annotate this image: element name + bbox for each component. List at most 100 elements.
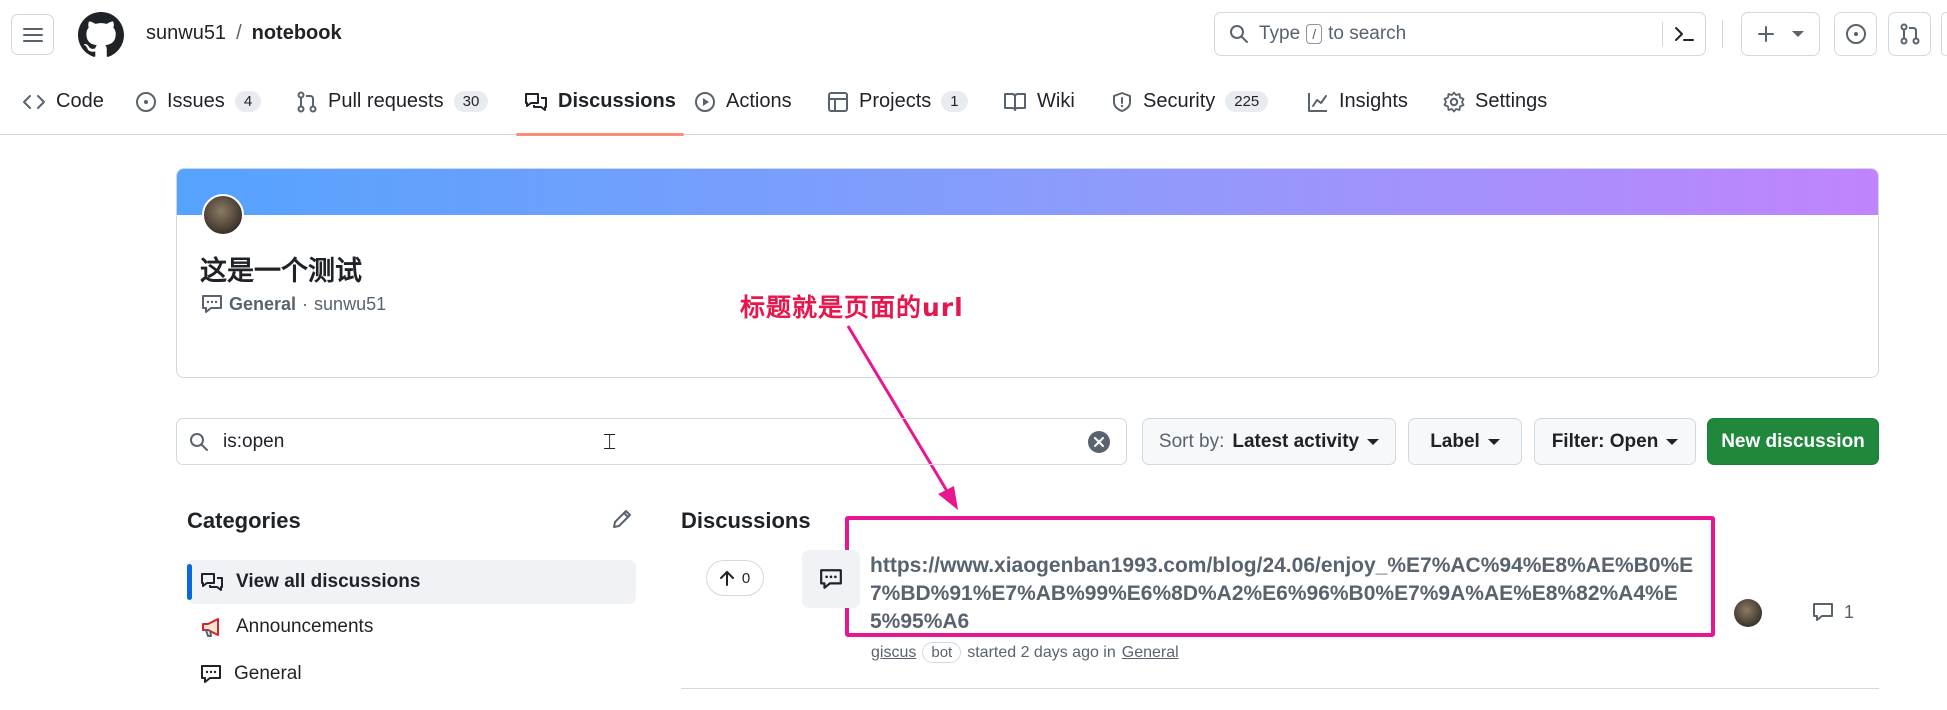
your-pull-requests-button[interactable]	[1888, 12, 1931, 56]
discussion-title-link[interactable]: https://www.xiaogenban1993.com/blog/24.0…	[870, 552, 1700, 636]
search-placeholder-after: to search	[1328, 23, 1407, 44]
comment-icon	[202, 295, 222, 313]
edit-categories-button[interactable]	[611, 508, 633, 530]
issue-opened-icon	[136, 91, 156, 112]
inbox-button[interactable]	[1941, 12, 1947, 56]
close-icon	[1094, 437, 1104, 447]
sidebar-item-view-all[interactable]: View all discussions	[187, 560, 636, 604]
tab-discussions-label: Discussions	[558, 90, 676, 112]
discussions-heading: Discussions	[681, 508, 811, 533]
github-logo-icon[interactable]	[78, 12, 124, 58]
megaphone-icon	[202, 618, 219, 637]
discussion-search-input[interactable]: is:open ⌶	[176, 418, 1127, 465]
hero-banner	[177, 169, 1878, 215]
search-divider	[1662, 22, 1663, 46]
tab-pull-requests-label: Pull requests	[328, 90, 444, 112]
discussion-started-text: started 2 days ago in	[967, 643, 1116, 661]
gear-icon	[1443, 91, 1465, 112]
hero-category-link[interactable]: General	[229, 294, 296, 315]
header-divider	[1722, 20, 1723, 48]
tab-actions-label: Actions	[726, 90, 792, 112]
menu-button[interactable]	[11, 14, 54, 55]
create-new-button[interactable]	[1741, 12, 1820, 56]
comment-count-value: 1	[1844, 601, 1855, 622]
hero-meta-dot: ·	[302, 293, 309, 314]
state-filter-button[interactable]: Filter: Open	[1534, 418, 1696, 465]
discussion-author-link[interactable]: giscus	[871, 644, 916, 662]
search-shortcut-key: /	[1306, 24, 1323, 44]
graph-icon	[1308, 92, 1327, 112]
git-pull-request-icon	[297, 91, 317, 112]
discussion-category-link[interactable]: General	[1122, 644, 1179, 662]
discussion-category-badge	[802, 550, 860, 608]
issue-opened-icon	[1845, 24, 1866, 44]
security-counter: 225	[1225, 91, 1269, 112]
row-divider	[681, 688, 1879, 689]
avatar[interactable]	[202, 194, 244, 236]
issues-counter: 4	[234, 91, 262, 112]
tab-actions[interactable]: Actions	[694, 68, 792, 135]
tab-projects-label: Projects	[859, 90, 932, 112]
code-icon	[23, 94, 45, 109]
tab-projects[interactable]: Projects 1	[827, 68, 968, 135]
sort-button[interactable]: Sort by: Latest activity	[1142, 418, 1396, 465]
upvote-button[interactable]: 0	[706, 560, 764, 596]
comment-discussion-icon	[201, 573, 223, 591]
search-placeholder-before: Type	[1259, 23, 1301, 44]
discussion-meta: giscus bot started 2 days ago in General	[871, 642, 1179, 663]
global-search-input[interactable]: Type / to search	[1214, 12, 1706, 56]
comment-discussion-icon	[525, 92, 547, 111]
tab-security[interactable]: Security 225	[1111, 68, 1269, 135]
vote-count: 0	[741, 569, 751, 587]
tab-code[interactable]: Code	[22, 68, 104, 135]
tab-settings-label: Settings	[1475, 90, 1548, 112]
state-filter-text: Filter: Open	[1551, 430, 1659, 452]
tab-insights[interactable]: Insights	[1307, 68, 1408, 135]
chevron-down-icon	[1666, 438, 1679, 445]
tab-insights-label: Insights	[1339, 90, 1408, 112]
projects-counter: 1	[941, 91, 968, 112]
clear-search-button[interactable]	[1088, 431, 1110, 453]
command-palette-icon[interactable]	[1673, 23, 1695, 45]
tab-issues[interactable]: Issues 4	[135, 68, 262, 135]
text-cursor-icon: ⌶	[603, 429, 617, 454]
book-icon	[1004, 92, 1026, 111]
tab-wiki[interactable]: Wiki	[1003, 68, 1075, 135]
label-filter-button[interactable]: Label	[1408, 418, 1522, 465]
global-header: sunwu51 / notebook Type / to search	[0, 0, 1947, 68]
repo-breadcrumb: sunwu51 / notebook	[146, 22, 342, 45]
chevron-down-icon	[1792, 31, 1805, 37]
comment-icon	[201, 665, 221, 683]
comment-icon	[1813, 603, 1833, 621]
category-hero: 这是一个测试 General · sunwu51	[176, 168, 1879, 378]
sidebar-item-label: View all discussions	[236, 571, 421, 592]
avatar[interactable]	[1734, 599, 1762, 627]
hero-author-link[interactable]: sunwu51	[314, 294, 386, 315]
tab-discussions[interactable]: Discussions	[516, 68, 684, 136]
tab-wiki-label: Wiki	[1037, 90, 1075, 112]
repo-owner-link[interactable]: sunwu51	[146, 22, 226, 45]
tab-security-label: Security	[1143, 90, 1216, 112]
your-issues-button[interactable]	[1834, 12, 1877, 56]
hamburger-icon	[22, 27, 43, 42]
comment-count[interactable]: 1	[1812, 601, 1854, 623]
search-query-value: is:open	[223, 430, 285, 452]
shield-icon	[1113, 91, 1131, 112]
pencil-icon	[613, 510, 631, 528]
tab-pull-requests[interactable]: Pull requests 30	[296, 68, 489, 135]
sort-value: Latest activity	[1232, 430, 1360, 452]
repo-name-link[interactable]: notebook	[252, 22, 342, 45]
arrow-up-icon	[719, 571, 734, 586]
tab-settings[interactable]: Settings	[1443, 68, 1547, 135]
tab-code-label: Code	[56, 90, 104, 112]
repo-nav: Code Issues 4 Pull requests 30 Discussio…	[0, 68, 1947, 136]
tab-issues-label: Issues	[167, 90, 225, 112]
sidebar-item-general[interactable]: General	[187, 652, 636, 696]
sidebar-item-announcements[interactable]: Announcements	[187, 605, 636, 649]
bot-badge: bot	[922, 642, 962, 663]
sort-prefix: Sort by:	[1158, 430, 1225, 452]
sidebar-item-label: Announcements	[236, 616, 374, 637]
new-discussion-button[interactable]: New discussion	[1707, 418, 1879, 465]
play-icon	[695, 91, 715, 112]
plus-icon	[1757, 26, 1774, 42]
